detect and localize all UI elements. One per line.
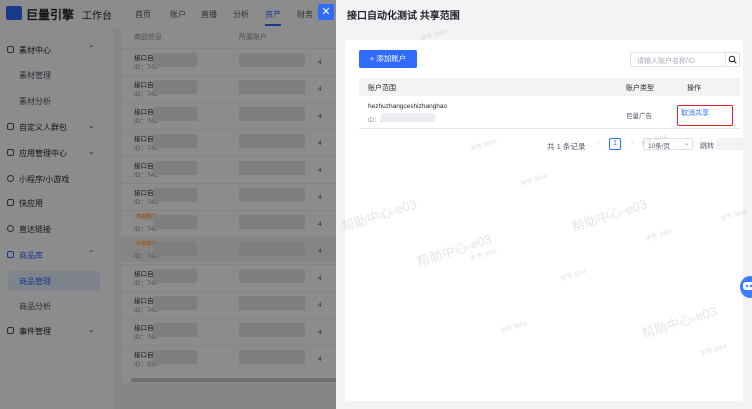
chevron-down-icon: ⌄ bbox=[684, 140, 690, 147]
pagination-total: 共 1 条记录 bbox=[547, 142, 586, 151]
close-drawer-button[interactable]: ✕ bbox=[318, 4, 334, 20]
redacted-id bbox=[381, 113, 435, 122]
pagination-next-button[interactable]: › bbox=[626, 138, 638, 150]
jump-label: 跳转 bbox=[700, 143, 714, 150]
column-header-type: 账户类型 bbox=[626, 85, 654, 92]
account-search-input[interactable]: 请输入账户名称/ID bbox=[630, 52, 726, 67]
search-button[interactable] bbox=[726, 52, 740, 67]
pagination-page-1[interactable]: 1 bbox=[609, 138, 621, 150]
column-header-range: 账户范围 bbox=[368, 85, 396, 92]
account-type: 巨量广告 bbox=[626, 113, 652, 120]
help-assistant-icon[interactable] bbox=[738, 274, 752, 300]
modal-mask[interactable] bbox=[0, 0, 336, 409]
account-name: hezhuzhangceshizhanghao bbox=[368, 103, 448, 110]
share-range-drawer: 接口自动化测试 共享范围 + 添加账户 请输入账户名称/ID 账户范围 账户类型… bbox=[336, 0, 752, 409]
page-size-value: 10条/页 bbox=[648, 143, 671, 150]
search-icon bbox=[728, 55, 737, 64]
robot-icon bbox=[740, 276, 752, 298]
add-account-button[interactable]: + 添加账户 bbox=[359, 50, 417, 68]
page-size-select[interactable]: 10条/页 ⌄ bbox=[643, 138, 693, 150]
jump-page-input[interactable] bbox=[716, 138, 746, 150]
highlight-annotation-box bbox=[677, 105, 733, 126]
search-placeholder: 请输入账户名称/ID bbox=[637, 58, 695, 65]
account-table-header: 账户范围 账户类型 操作 bbox=[359, 78, 740, 96]
column-header-action: 操作 bbox=[687, 85, 701, 92]
drawer-title: 接口自动化测试 共享范围 bbox=[347, 11, 460, 22]
pagination-prev-button[interactable]: ‹ bbox=[592, 138, 604, 150]
share-range-panel: + 添加账户 请输入账户名称/ID 账户范围 账户类型 操作 hezhuzhan… bbox=[345, 40, 746, 401]
